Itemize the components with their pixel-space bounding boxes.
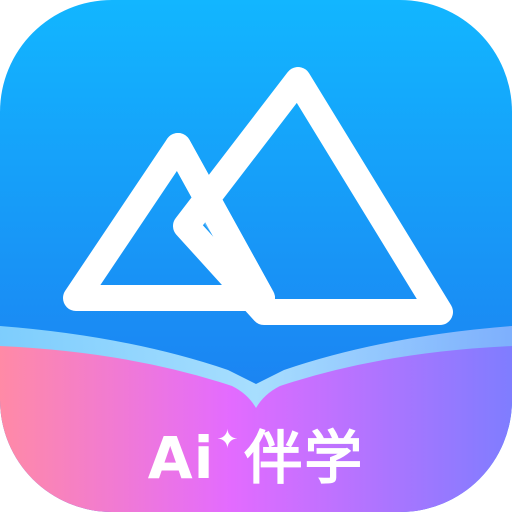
companion-learning-text: 伴学 — [244, 424, 365, 492]
sparkle-icon: ✦ — [216, 425, 239, 455]
ai-text: Ai — [147, 424, 215, 492]
ai-companion-label: Ai ✦ 伴学 — [0, 418, 512, 498]
